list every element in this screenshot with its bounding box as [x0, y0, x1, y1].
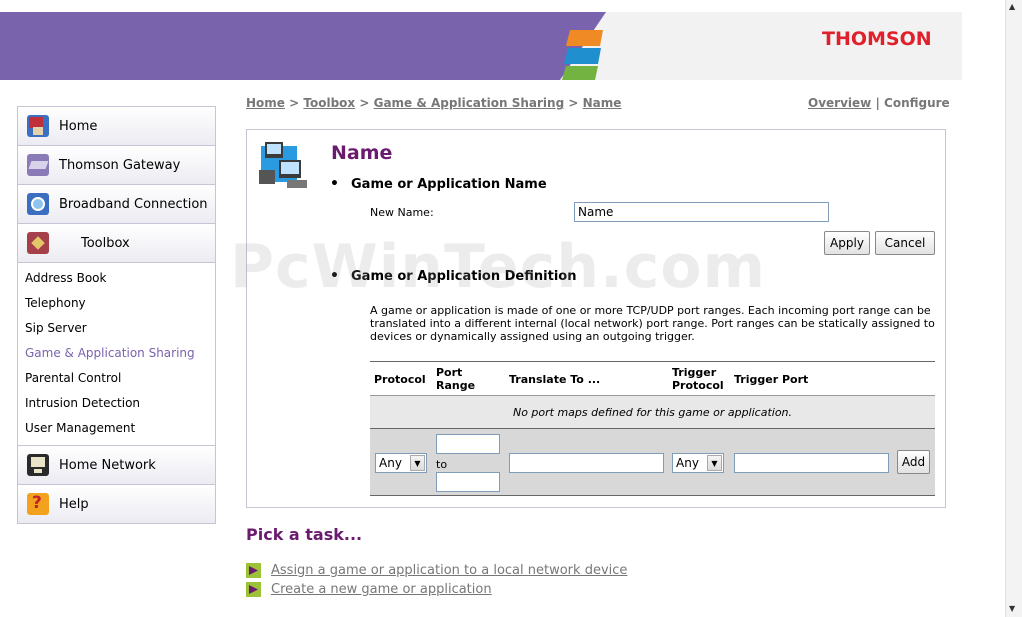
- col-header-trigger-port: Trigger Port: [734, 373, 809, 386]
- col-header-protocol: Protocol: [374, 373, 426, 386]
- chevron-down-icon: ▼: [707, 455, 722, 471]
- sidebar-item-label: Help: [59, 496, 89, 512]
- arrow-right-icon: [246, 563, 261, 578]
- help-icon: ?: [27, 493, 49, 515]
- sidebar-subitem-sip-server[interactable]: Sip Server: [25, 316, 215, 341]
- sidebar-item-label: Home: [59, 118, 98, 134]
- header-stripe-orange: [566, 30, 603, 46]
- task-item[interactable]: Create a new game or application: [246, 582, 492, 597]
- gateway-icon: [27, 154, 49, 176]
- col-header-translate-to: Translate To ...: [509, 373, 601, 386]
- translate-to-input[interactable]: [509, 453, 664, 473]
- empty-table-message: No port maps defined for this game or ap…: [370, 395, 935, 428]
- breadcrumb-game-sharing-link[interactable]: Game & Application Sharing: [374, 96, 565, 110]
- sidebar-item-label: Toolbox: [81, 235, 130, 251]
- sidebar-subitem-user-management[interactable]: User Management: [25, 416, 215, 441]
- breadcrumb-separator: >: [359, 96, 370, 110]
- tasks-title: Pick a task...: [246, 525, 363, 544]
- header-stripe-blue: [564, 48, 601, 64]
- home-network-icon: [27, 454, 49, 476]
- view-separator: |: [875, 96, 880, 110]
- broadband-icon: [27, 193, 49, 215]
- sidebar-subitem-telephony[interactable]: Telephony: [25, 291, 215, 316]
- sidebar-item-broadband-connection[interactable]: Broadband Connection: [17, 184, 216, 224]
- table-top-rule: [370, 361, 935, 362]
- cancel-button[interactable]: Cancel: [875, 231, 935, 255]
- add-button[interactable]: Add: [897, 450, 930, 474]
- trigger-protocol-select[interactable]: Any ▼: [672, 453, 724, 473]
- scroll-up-icon[interactable]: ▲: [1009, 2, 1015, 11]
- sidebar-item-help[interactable]: ? Help: [17, 484, 216, 524]
- sidebar-item-label: Thomson Gateway: [59, 157, 181, 173]
- watermark: PcWinTech.com: [230, 232, 767, 302]
- task-assign-link[interactable]: Assign a game or application to a local …: [271, 563, 627, 578]
- section-heading-name: Game or Application Name: [330, 176, 547, 192]
- header-banner: [0, 12, 600, 80]
- page-header: THOMSON: [0, 12, 962, 80]
- toolbox-submenu: Address Book Telephony Sip Server Game &…: [17, 262, 216, 445]
- protocol-select-value: Any: [379, 456, 402, 470]
- view-switch: Overview | Configure: [808, 96, 950, 110]
- task-create-link[interactable]: Create a new game or application: [271, 582, 492, 597]
- sidebar-item-label: Broadband Connection: [59, 196, 208, 212]
- configure-label: Configure: [884, 96, 950, 110]
- sidebar-item-home[interactable]: Home: [17, 106, 216, 146]
- home-icon: [27, 115, 49, 137]
- header-stripe-green: [562, 66, 598, 80]
- sidebar-item-home-network[interactable]: Home Network: [17, 445, 216, 485]
- sidebar-subitem-game-application-sharing[interactable]: Game & Application Sharing: [25, 341, 215, 366]
- new-name-label: New Name:: [370, 206, 434, 219]
- sidebar-item-thomson-gateway[interactable]: Thomson Gateway: [17, 145, 216, 185]
- sidebar-subitem-parental-control[interactable]: Parental Control: [25, 366, 215, 391]
- trigger-protocol-select-value: Any: [676, 456, 699, 470]
- port-range-start-input[interactable]: [436, 434, 500, 454]
- vertical-scrollbar[interactable]: ▲ ▼: [1005, 0, 1022, 617]
- game-sharing-icon: [257, 140, 309, 192]
- sidebar-item-label: Home Network: [59, 457, 156, 473]
- sidebar-subitem-intrusion-detection[interactable]: Intrusion Detection: [25, 391, 215, 416]
- sidebar-nav: Home Thomson Gateway Broadband Connectio…: [17, 106, 216, 524]
- col-header-port-range: Port Range: [436, 366, 476, 392]
- breadcrumb-separator: >: [289, 96, 300, 110]
- breadcrumb-separator: >: [568, 96, 579, 110]
- task-item[interactable]: Assign a game or application to a local …: [246, 563, 627, 578]
- breadcrumb: Home > Toolbox > Game & Application Shar…: [246, 96, 621, 110]
- thomson-logo: THOMSON: [822, 28, 932, 50]
- main-panel: Name Game or Application Name New Name: …: [246, 129, 946, 508]
- sidebar-subitem-address-book[interactable]: Address Book: [25, 266, 215, 291]
- add-port-map-row: Any ▼ to Any ▼ Add: [370, 428, 935, 496]
- col-header-trigger-protocol: Trigger Protocol: [672, 366, 724, 392]
- sidebar-item-toolbox[interactable]: Toolbox: [17, 223, 216, 263]
- trigger-port-input[interactable]: [734, 453, 889, 473]
- breadcrumb-home-link[interactable]: Home: [246, 96, 285, 110]
- chevron-down-icon: ▼: [410, 455, 425, 471]
- overview-link[interactable]: Overview: [808, 96, 871, 110]
- scroll-down-icon[interactable]: ▼: [1009, 604, 1015, 613]
- new-name-input[interactable]: [574, 202, 829, 222]
- apply-button[interactable]: Apply: [824, 231, 870, 255]
- breadcrumb-name-link[interactable]: Name: [583, 96, 622, 110]
- arrow-right-icon: [246, 582, 261, 597]
- to-label: to: [436, 458, 448, 471]
- breadcrumb-toolbox-link[interactable]: Toolbox: [303, 96, 355, 110]
- port-range-end-input[interactable]: [436, 472, 500, 492]
- page-title: Name: [331, 142, 393, 164]
- toolbox-icon: [27, 232, 49, 254]
- definition-description: A game or application is made of one or …: [370, 304, 935, 343]
- protocol-select[interactable]: Any ▼: [375, 453, 427, 473]
